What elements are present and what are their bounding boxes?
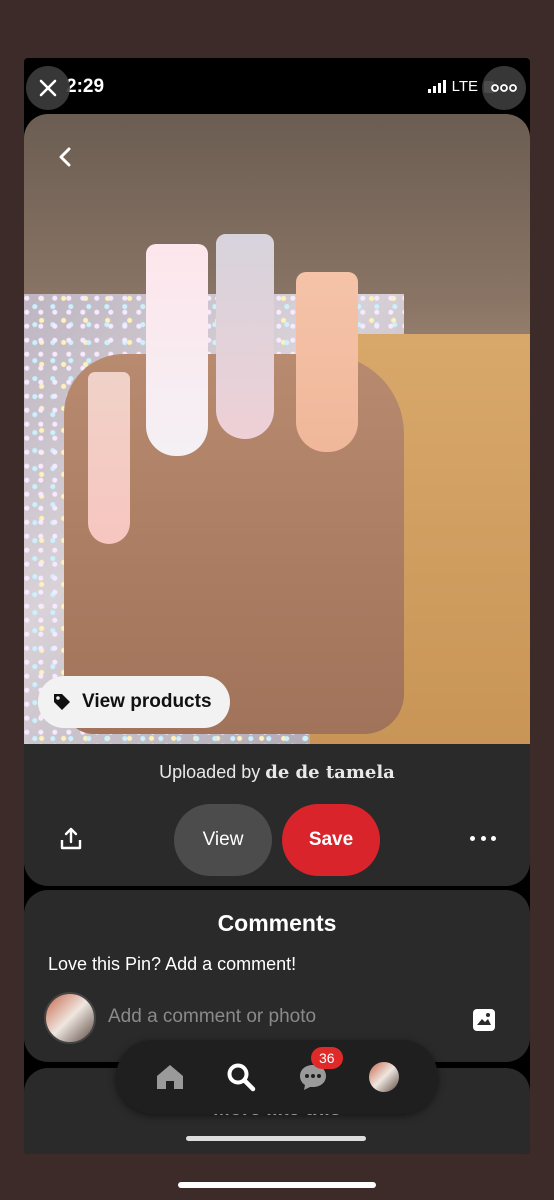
view-button[interactable]: View <box>174 804 272 876</box>
notifications-badge: 36 <box>310 1047 343 1069</box>
share-icon <box>60 827 82 850</box>
network-label: LTE <box>451 78 478 95</box>
pin-info-card: Uploaded by de de tamela View Save <box>24 744 530 886</box>
nail-middle <box>216 234 274 439</box>
save-button[interactable]: Save <box>282 804 380 876</box>
home-indicator <box>178 1182 376 1188</box>
search-icon <box>227 1063 256 1092</box>
close-icon <box>39 79 57 97</box>
tag-icon <box>54 694 70 710</box>
uploader-name[interactable]: de de tamela <box>265 762 395 783</box>
home-icon <box>156 1065 183 1089</box>
signal-icon <box>427 80 446 93</box>
more-icon <box>491 84 517 92</box>
add-photo-button[interactable] <box>472 1008 496 1032</box>
share-button[interactable] <box>58 826 84 852</box>
nail-index <box>296 272 358 452</box>
more-options-button[interactable] <box>470 830 496 846</box>
dots-icon <box>470 835 475 841</box>
comments-title: Comments <box>217 910 337 936</box>
back-button[interactable] <box>50 142 80 172</box>
photo-icon <box>473 1009 495 1031</box>
uploaded-by: Uploaded by de de tamela <box>24 762 530 783</box>
nail-ring <box>146 244 208 456</box>
tab-search[interactable] <box>223 1059 259 1095</box>
tab-home[interactable] <box>152 1059 188 1095</box>
comment-input[interactable]: Add a comment or photo <box>108 1006 316 1028</box>
close-button[interactable] <box>26 66 70 110</box>
app-home-indicator <box>186 1136 366 1141</box>
view-products-label: View products <box>82 691 212 712</box>
comments-card: Comments Love this Pin? Add a comment! A… <box>24 890 530 1062</box>
uploaded-prefix: Uploaded by <box>159 762 261 782</box>
profile-avatar <box>369 1062 400 1092</box>
view-products-button[interactable]: View products <box>38 676 230 728</box>
tab-messages[interactable]: 36 <box>295 1047 343 1095</box>
user-avatar <box>44 992 96 1044</box>
options-button[interactable] <box>482 66 526 110</box>
phone-frame: View products 2:29 LTE Uploaded by de de… <box>0 0 554 1200</box>
tab-profile[interactable] <box>366 1059 402 1095</box>
pin-image[interactable]: View products <box>24 114 530 744</box>
status-bar: 2:29 LTE <box>24 58 530 114</box>
app-screen: View products 2:29 LTE Uploaded by de de… <box>24 58 530 1154</box>
bottom-tab-bar: 36 <box>116 1040 438 1114</box>
comments-prompt: Love this Pin? Add a comment! <box>48 954 297 974</box>
nail-pinky <box>88 372 130 544</box>
status-time: 2:29 <box>66 76 105 97</box>
back-icon <box>59 147 71 167</box>
